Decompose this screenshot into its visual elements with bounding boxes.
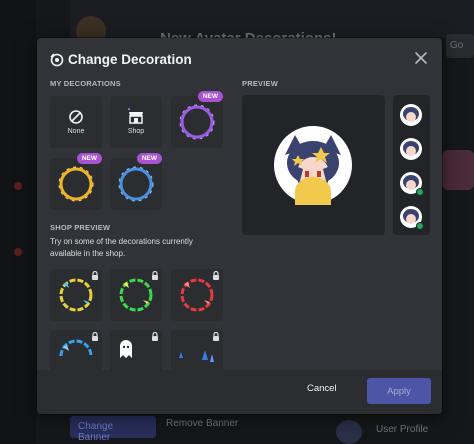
preview-label: PREVIEW	[242, 79, 278, 88]
apply-button[interactable]: Apply	[367, 378, 431, 404]
my-decorations-label: MY DECORATIONS	[50, 79, 121, 88]
decoration-icon	[50, 53, 64, 67]
decoration-purple-ring[interactable]: NEW	[171, 91, 223, 148]
notification-dot	[14, 182, 22, 190]
background-button: Go	[446, 34, 474, 58]
preview-avatar-small	[399, 205, 424, 230]
shop-item-yellow-lightning[interactable]	[50, 269, 102, 321]
shop-item-ghost[interactable]	[110, 330, 162, 370]
lock-icon	[92, 332, 98, 341]
shop-preview-description: Try on some of the decorations currently…	[50, 237, 193, 258]
blue-ring-icon	[118, 166, 154, 202]
close-icon[interactable]	[414, 51, 428, 65]
red-lightning-icon	[180, 278, 214, 312]
blue-drops-icon	[179, 350, 214, 362]
decoration-shop-label: Shop	[127, 128, 145, 135]
shop-preview-label: SHOP PREVIEW	[50, 223, 111, 232]
preview-size-variants	[393, 95, 430, 235]
lock-icon	[92, 271, 98, 280]
new-badge: NEW	[76, 153, 102, 164]
yellow-lightning-icon	[59, 278, 93, 312]
shop-icon	[128, 107, 143, 124]
preview-avatar-small	[399, 137, 423, 161]
lock-icon	[213, 332, 219, 341]
modal-title: Change Decoration	[68, 52, 192, 67]
user-profile-label: User Profile	[376, 424, 429, 435]
preview-avatar-small	[399, 103, 423, 127]
shop-item-blue-lightning[interactable]	[50, 330, 102, 370]
cancel-button[interactable]: Cancel	[307, 383, 337, 394]
gold-ring-icon	[58, 166, 94, 202]
green-lightning-icon	[119, 278, 153, 312]
shop-item-red-lightning[interactable]	[171, 269, 223, 321]
remove-banner-button: Remove Banner	[166, 418, 239, 429]
ghost-icon	[120, 340, 132, 358]
preview-avatar-small	[399, 171, 424, 196]
none-icon	[69, 110, 83, 124]
change-banner-button: Change Banner	[70, 416, 156, 443]
shop-item-blue-drops[interactable]	[171, 330, 223, 370]
lock-icon	[213, 271, 219, 280]
change-decoration-modal: Change Decoration MY DECORATIONS PREVIEW…	[37, 38, 442, 414]
new-badge: NEW	[136, 153, 162, 164]
decoration-shop[interactable]: Shop	[110, 96, 162, 148]
lock-icon	[152, 332, 158, 341]
lock-icon	[152, 271, 158, 280]
decoration-blue-ring[interactable]: NEW	[110, 153, 162, 210]
preview-avatar	[274, 126, 352, 205]
decoration-preview	[242, 95, 385, 235]
server-sidebar	[0, 0, 36, 444]
decoration-none[interactable]: None	[50, 96, 102, 148]
purple-ring-icon	[179, 104, 215, 140]
shop-item-green-lightning[interactable]	[110, 269, 162, 321]
modal-footer: Cancel Apply	[37, 370, 442, 414]
decoration-none-label: None	[67, 128, 85, 135]
online-status-icon	[416, 188, 424, 196]
notification-dot	[14, 248, 22, 256]
new-badge: NEW	[197, 91, 223, 102]
heart-decoration	[442, 150, 474, 190]
background-avatar	[336, 420, 362, 444]
online-status-icon	[416, 222, 424, 230]
decoration-gold-ring[interactable]: NEW	[50, 153, 102, 210]
modal-header: Change Decoration	[37, 38, 442, 78]
